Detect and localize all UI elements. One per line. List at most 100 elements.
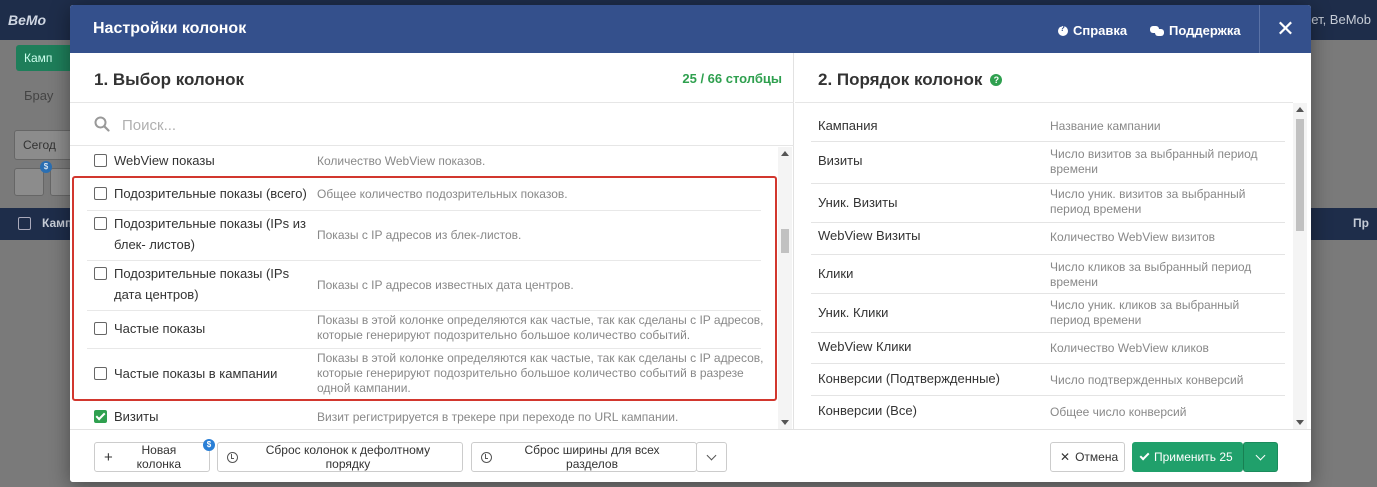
list-item[interactable]: Подозрительные показы (IPs из блек- лист… [87,213,767,255]
table-header-campaign: Камп [42,216,73,230]
support-label: Поддержка [1169,23,1241,38]
list-item[interactable]: Частые показы Показы в этой колонке опре… [87,313,767,345]
right-scrollbar[interactable] [1293,103,1307,429]
reset-order-button[interactable]: Сброс колонок к дефолтному порядку [217,442,463,472]
column-list: WebView показы Количество WebView показо… [70,147,778,429]
column-selection-title: 1. Выбор колонок [94,70,245,89]
divider [811,254,1285,255]
column-order-title: 2. Порядок колонок ? [818,70,1003,90]
order-row-name: Уник. Визиты [818,195,898,210]
divider [811,332,1285,333]
history-icon [227,451,238,463]
divider [811,293,1285,294]
new-column-label: Новая колонка [136,443,182,471]
close-button[interactable]: ✕ [1259,5,1311,53]
search-input[interactable] [122,113,722,137]
scroll-down-icon[interactable] [1296,420,1304,425]
cancel-label: Отмена [1075,450,1119,464]
order-row-name: Уник. Клики [818,305,889,320]
column-description: Показы с IP адресов известных дата центр… [317,278,574,292]
divider [811,395,1285,396]
list-item[interactable]: Подозрительные показы (всего) Общее коли… [87,183,767,204]
list-item[interactable]: Визиты Визит регистрируется в трекере пр… [87,406,767,427]
order-row-name: Кампания [818,118,878,133]
left-scrollbar[interactable] [778,147,792,429]
question-circle-icon [1058,24,1068,36]
column-description: Визит регистрируется в трекере при перех… [317,410,679,424]
chat-icon [1150,25,1164,36]
column-name: Подозрительные показы (IPs дата центров) [114,266,290,302]
list-item[interactable]: Подозрительные показы (IPs дата центров)… [87,263,767,305]
column-checkbox[interactable] [94,154,107,167]
order-row-desc: Число подтвержденных конверсий [1050,373,1244,387]
column-checkbox-checked[interactable] [94,410,107,423]
divider [87,310,761,311]
order-row-name: WebView Визиты [818,228,921,243]
divider [811,363,1285,364]
column-checkbox[interactable] [94,217,107,230]
dollar-badge-icon: $ [203,439,215,451]
scroll-down-icon[interactable] [781,420,789,425]
order-row-desc: Число уник. кликов за выбранный период в… [1050,298,1240,327]
browse-label: Брау [24,88,54,103]
order-row-desc: Количество WebView визитов [1050,230,1216,244]
column-checkbox[interactable] [94,367,107,380]
order-row-name: Визиты [818,153,863,168]
modal-footer: + Новая колонка $ Сброс колонок к дефолт… [70,429,1311,482]
order-row-desc: Количество WebView кликов [1050,341,1209,355]
divider [87,348,761,349]
reset-width-button[interactable]: Сброс ширины для всех разделов [471,442,697,472]
reset-width-dropdown[interactable] [696,442,727,472]
column-checkbox[interactable] [94,187,107,200]
scroll-thumb[interactable] [1296,119,1304,231]
column-description: Количество WebView показов. [317,154,486,168]
column-checkbox[interactable] [94,322,107,335]
column-description: Показы в этой колонке определяются как ч… [317,351,764,395]
column-order-pane: 2. Порядок колонок ? Кампания Название к… [795,53,1311,429]
apply-button[interactable]: Применить 25 [1132,442,1243,472]
new-column-button[interactable]: + Новая колонка [94,442,210,472]
column-order-title-text: 2. Порядок колонок [818,70,983,89]
scroll-up-icon[interactable] [781,151,789,156]
check-icon [1139,450,1150,461]
order-row-desc: Число кликов за выбранный период времени [1050,260,1252,289]
modal-header: Настройки колонок Справка Поддержка ✕ [70,5,1311,53]
order-row-desc: Название кампании [1050,119,1161,133]
divider [87,260,761,261]
column-settings-modal: Настройки колонок Справка Поддержка ✕ 1.… [70,5,1311,482]
apply-dropdown[interactable] [1243,442,1278,472]
column-selection-pane: 1. Выбор колонок 25 / 66 столбцы WebView… [70,53,794,429]
column-name: Частые показы в кампании [114,366,278,381]
order-row-name: Клики [818,266,854,281]
scroll-up-icon[interactable] [1296,107,1304,112]
dollar-badge: $ [40,161,52,173]
reset-order-label: Сброс колонок к дефолтному порядку [265,443,431,471]
search-bar [70,102,794,146]
flag-button [14,168,44,196]
app-user-label: ет, BeMob [1311,12,1371,27]
reset-width-label: Сброс ширины для всех разделов [524,443,660,471]
divider [811,222,1285,223]
order-row-desc: Общее число конверсий [1050,405,1187,419]
order-row-name: Конверсии (Подтвержденные) [818,371,1000,386]
column-checkbox[interactable] [94,267,107,280]
divider [811,141,1285,142]
order-row-name: WebView Клики [818,339,912,354]
order-row-desc: Число визитов за выбранный период времен… [1050,147,1258,176]
support-link[interactable]: Поддержка [1150,23,1241,38]
campaigns-button: Камп [16,45,76,71]
list-item[interactable]: WebView показы Количество WebView показо… [87,150,767,171]
history-icon [481,451,492,463]
chevron-down-icon [706,450,717,461]
search-icon [94,116,110,132]
scroll-thumb[interactable] [781,229,789,253]
plus-icon: + [104,448,113,466]
list-item[interactable]: Частые показы в кампании Показы в этой к… [87,351,767,397]
order-row-desc: Число уник. визитов за выбранный период … [1050,187,1246,216]
column-name: Визиты [114,409,159,424]
help-link[interactable]: Справка [1058,23,1127,38]
cancel-button[interactable]: ✕ Отмена [1050,442,1125,472]
apply-label: Применить 25 [1154,450,1233,464]
help-icon[interactable]: ? [990,74,1003,86]
column-description: Показы с IP адресов из блек-листов. [317,228,522,242]
